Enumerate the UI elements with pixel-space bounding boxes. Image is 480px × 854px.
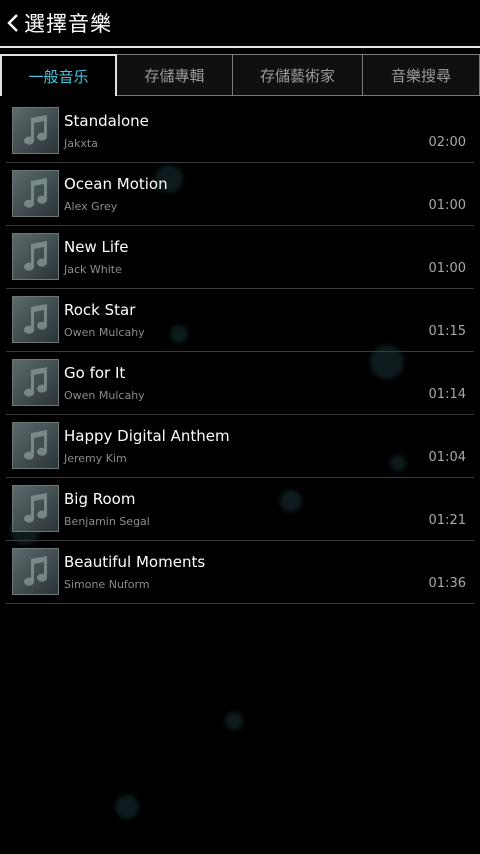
chevron-left-icon[interactable] (2, 8, 24, 38)
song-duration: 01:15 (428, 324, 466, 339)
song-duration: 01:00 (428, 198, 466, 213)
song-duration: 01:21 (428, 513, 466, 528)
song-duration: 01:00 (428, 261, 466, 276)
tab-label: 存儲藝術家 (259, 66, 335, 85)
song-title: Go for It (64, 364, 126, 382)
tab-music-search[interactable]: 音樂搜尋 (363, 54, 480, 96)
song-title: Happy Digital Anthem (64, 427, 230, 445)
page-title: 選擇音樂 (24, 12, 112, 36)
music-note-icon (12, 422, 59, 469)
song-artist: Alex Grey (64, 200, 118, 213)
song-artist: Owen Mulcahy (64, 389, 145, 402)
list-item[interactable]: Big Room Benjamin Segal 01:21 (6, 478, 474, 541)
list-item[interactable]: New Life Jack White 01:00 (6, 226, 474, 289)
music-note-icon (12, 485, 59, 532)
list-item[interactable]: Ocean Motion Alex Grey 01:00 (6, 163, 474, 226)
song-title: New Life (64, 238, 129, 256)
music-note-icon (12, 296, 59, 343)
tab-bar: 一般音乐 存儲專輯 存儲藝術家 音樂搜尋 (0, 54, 480, 96)
music-note-icon (12, 233, 59, 280)
list-item[interactable]: Go for It Owen Mulcahy 01:14 (6, 352, 474, 415)
tab-saved-artists[interactable]: 存儲藝術家 (233, 54, 363, 96)
song-artist: Jakxta (64, 137, 98, 150)
song-artist: Jack White (64, 263, 122, 276)
music-note-icon (12, 359, 59, 406)
song-artist: Jeremy Kim (64, 452, 127, 465)
music-note-icon (12, 548, 59, 595)
song-title: Rock Star (64, 301, 136, 319)
music-note-icon (12, 170, 59, 217)
song-duration: 01:04 (428, 450, 466, 465)
song-duration: 01:14 (428, 387, 466, 402)
list-item[interactable]: Standalone Jakxta 02:00 (6, 100, 474, 163)
music-note-icon (12, 107, 59, 154)
tab-saved-albums[interactable]: 存儲專輯 (117, 54, 233, 96)
song-artist: Simone Nuform (64, 578, 150, 591)
song-artist: Owen Mulcahy (64, 326, 145, 339)
tab-label: 音樂搜尋 (390, 66, 451, 85)
song-duration: 01:36 (428, 576, 466, 591)
tab-label: 一般音乐 (28, 67, 89, 86)
tab-label: 存儲專輯 (144, 66, 205, 85)
song-artist: Benjamin Segal (64, 515, 150, 528)
list-item[interactable]: Rock Star Owen Mulcahy 01:15 (6, 289, 474, 352)
song-title: Standalone (64, 112, 149, 130)
song-duration: 02:00 (428, 135, 466, 150)
list-item[interactable]: Beautiful Moments Simone Nuform 01:36 (6, 541, 474, 604)
song-title: Beautiful Moments (64, 553, 206, 571)
app-header: 選擇音樂 (0, 0, 480, 48)
song-title: Ocean Motion (64, 175, 168, 193)
list-item[interactable]: Happy Digital Anthem Jeremy Kim 01:04 (6, 415, 474, 478)
song-list: Standalone Jakxta 02:00 Ocean Motion Ale… (6, 100, 474, 604)
tab-general-music[interactable]: 一般音乐 (0, 54, 117, 96)
song-title: Big Room (64, 490, 136, 508)
